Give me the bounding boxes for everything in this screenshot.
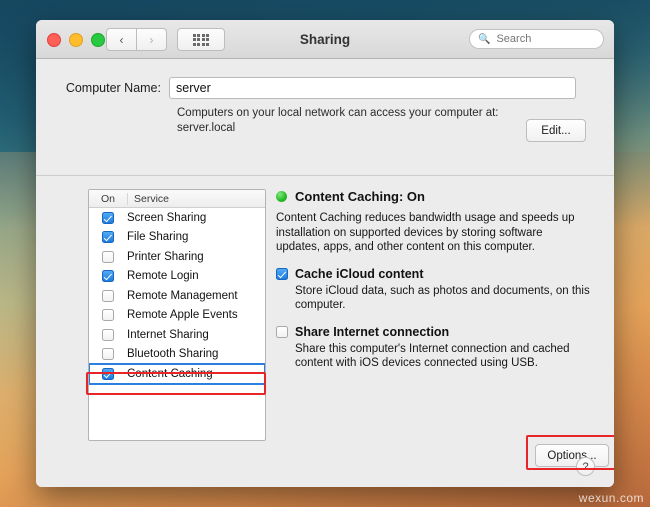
grid-icon [192,33,210,46]
service-row-internet-sharing[interactable]: Internet Sharing [89,325,265,345]
help-button[interactable]: ? [576,457,595,476]
navigation-buttons: ‹ › [106,28,167,51]
content-divider [36,175,614,176]
checkbox-printer-sharing[interactable] [102,250,114,263]
checkbox-bluetooth-sharing[interactable] [102,348,114,361]
window-controls [47,33,105,47]
forward-button[interactable]: › [137,28,167,51]
detail-title: Content Caching: On [295,189,425,204]
option-description: Store iCloud data, such as photos and do… [295,284,590,312]
close-button[interactable] [47,33,61,47]
computer-name-row: Computer Name: server [36,59,614,99]
column-header-on: On [89,192,128,205]
search-field[interactable]: 🔍 [469,29,604,49]
checkbox-remote-login[interactable] [102,270,114,283]
sharing-preferences-window: ‹ › Sharing 🔍 Computer Name: server [36,20,614,487]
edit-button[interactable]: Edit... [526,119,586,142]
window-content: Computer Name: server Computers on your … [36,59,614,487]
service-row-remote-apple-events[interactable]: Remote Apple Events [89,306,265,326]
service-label: Printer Sharing [127,250,204,263]
zoom-button[interactable] [91,33,105,47]
back-button[interactable]: ‹ [106,28,137,51]
service-label: Remote Login [127,270,199,283]
service-row-screen-sharing[interactable]: Screen Sharing [89,208,265,228]
detail-title-row: Content Caching: On [276,189,590,204]
service-label: Content Caching [127,367,213,380]
search-input[interactable] [494,32,595,46]
service-row-remote-management[interactable]: Remote Management [89,286,265,306]
checkbox-screen-sharing[interactable] [102,211,114,224]
service-label: Remote Apple Events [127,309,238,322]
service-row-file-sharing[interactable]: File Sharing [89,228,265,248]
checkbox-file-sharing[interactable] [102,231,114,244]
service-label: File Sharing [127,231,189,244]
options-button[interactable]: Options... [535,444,609,467]
checkbox-cache-icloud-content[interactable] [276,267,288,280]
panes: On Service Screen Sharing File Sharing P… [36,189,614,487]
service-row-content-caching[interactable]: Content Caching [89,363,265,385]
service-label: Internet Sharing [127,328,209,341]
service-list[interactable]: On Service Screen Sharing File Sharing P… [88,189,266,441]
service-label: Remote Management [127,289,238,302]
option-label: Cache iCloud content [295,266,424,281]
service-label: Bluetooth Sharing [127,348,219,361]
option-description: Share this computer's Internet connectio… [295,342,570,370]
minimize-button[interactable] [69,33,83,47]
checkbox-content-caching[interactable] [102,367,114,380]
search-icon: 🔍 [478,33,491,45]
checkbox-remote-apple-events[interactable] [102,309,114,322]
detail-description: Content Caching reduces bandwidth usage … [276,212,575,253]
status-indicator-icon [276,191,287,202]
service-list-header: On Service [89,190,265,208]
hint-line-2: server.local [177,122,236,134]
service-label: Screen Sharing [127,211,207,224]
window-titlebar: ‹ › Sharing 🔍 [36,20,614,59]
service-row-bluetooth-sharing[interactable]: Bluetooth Sharing [89,345,265,365]
option-share-internet: Share Internet connection Share this com… [276,325,590,371]
option-cache-icloud: Cache iCloud content Store iCloud data, … [276,267,590,313]
checkbox-remote-management[interactable] [102,289,114,302]
desktop-background: ‹ › Sharing 🔍 Computer Name: server [0,0,650,507]
computer-name-label: Computer Name: [65,81,161,95]
detail-pane: Content Caching: On Content Caching redu… [276,189,590,383]
checkbox-share-internet-connection[interactable] [276,325,288,338]
service-row-printer-sharing[interactable]: Printer Sharing [89,247,265,267]
checkbox-internet-sharing[interactable] [102,328,114,341]
watermark: wexun.com [578,491,644,505]
option-label: Share Internet connection [295,324,450,339]
service-row-remote-login[interactable]: Remote Login [89,267,265,287]
computer-name-input[interactable]: server [169,77,576,99]
column-header-service: Service [134,192,170,205]
hint-line-1: Computers on your local network can acce… [177,107,499,119]
show-all-button[interactable] [177,28,225,51]
